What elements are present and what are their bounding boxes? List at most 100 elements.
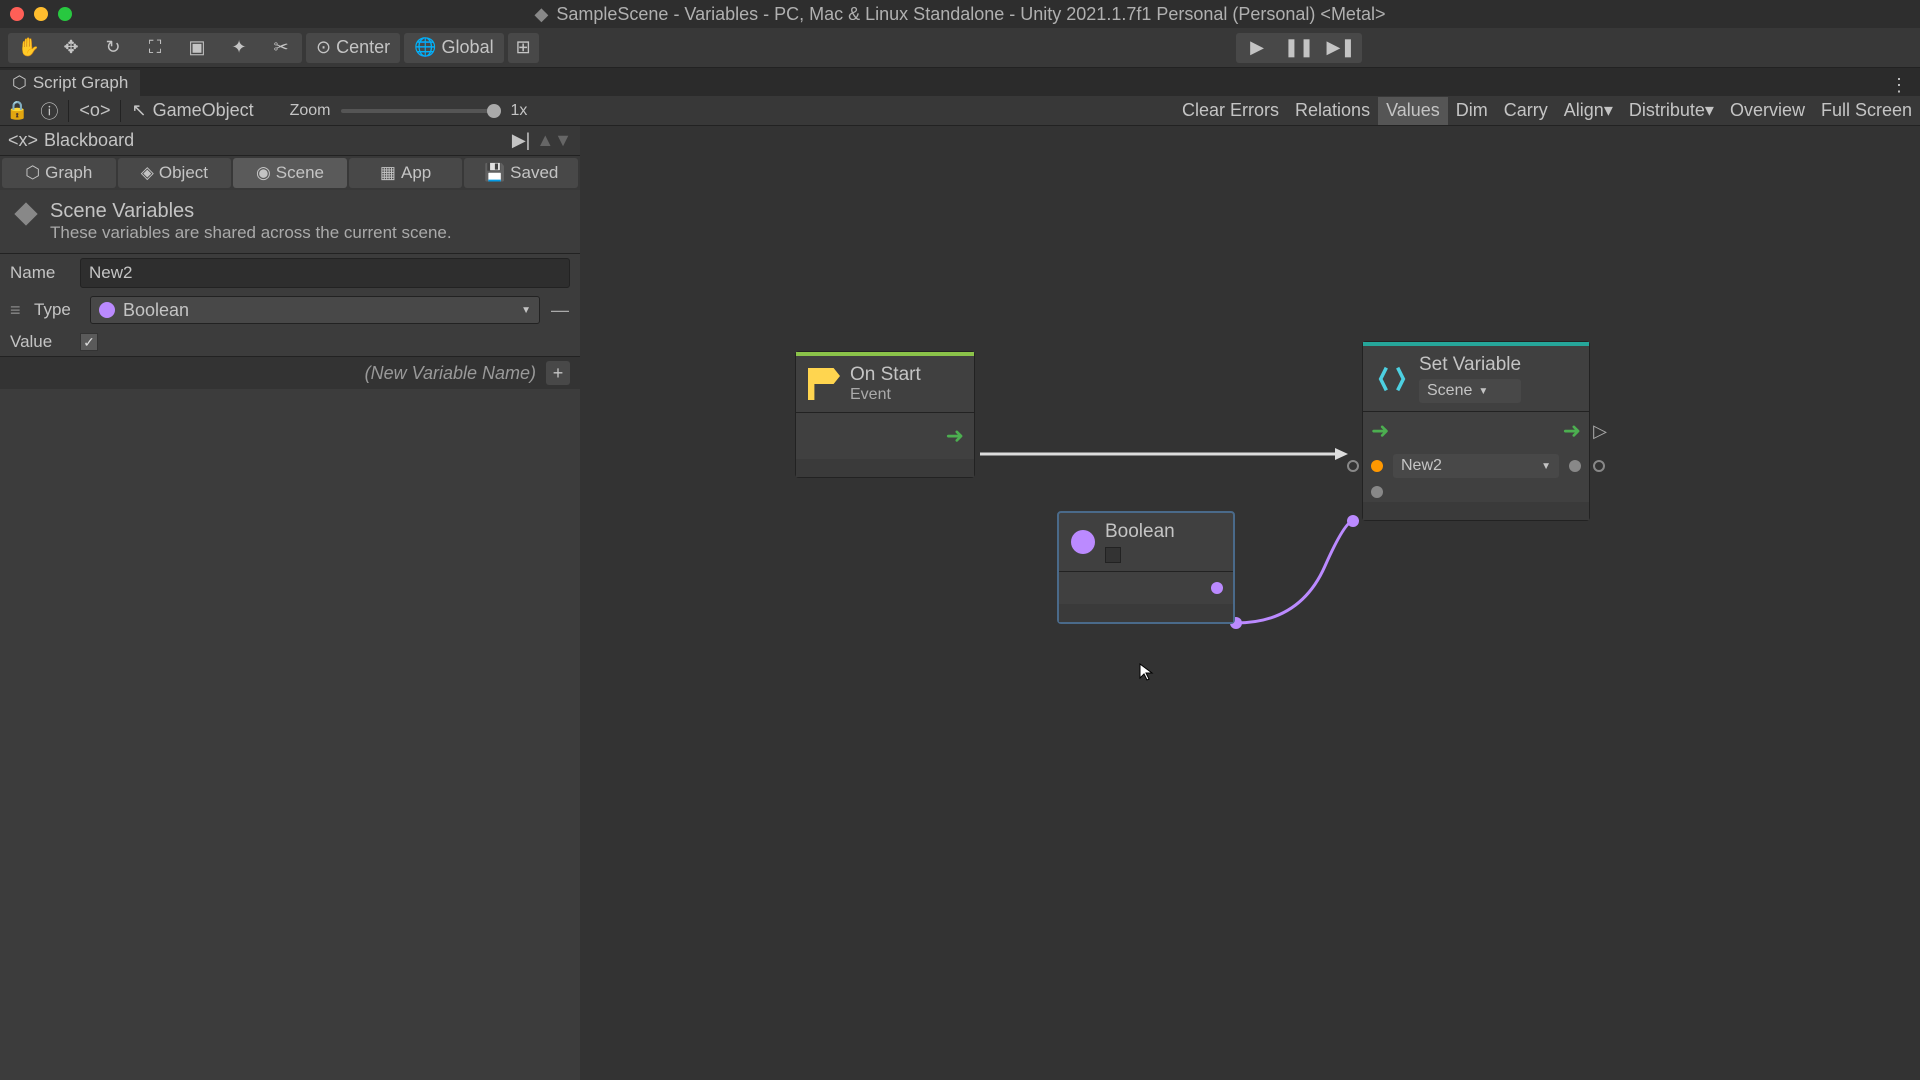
node-set-variable[interactable]: Set Variable Scene▼ ➜ ➜ ▷ New2▼ — [1362, 341, 1590, 521]
carry-button[interactable]: Carry — [1496, 97, 1556, 125]
add-variable-button[interactable]: + — [546, 361, 570, 385]
set-variable-icon — [1375, 362, 1409, 396]
boolean-value-checkbox[interactable] — [1105, 547, 1121, 563]
name-port-indicator — [1371, 460, 1383, 472]
name-output-port[interactable] — [1569, 460, 1581, 472]
blackboard-icon: <x> — [8, 130, 38, 151]
mouse-cursor — [1138, 662, 1158, 682]
center-icon: ⊙ — [316, 37, 331, 58]
boolean-node-title: Boolean — [1105, 521, 1175, 543]
pivot-mode-button[interactable]: ⊙ Center — [306, 33, 400, 63]
dim-button[interactable]: Dim — [1448, 97, 1496, 125]
play-button[interactable]: ▶ — [1236, 33, 1278, 63]
name-label: Name — [10, 263, 70, 283]
step-button[interactable]: ▶❚ — [1320, 33, 1362, 63]
drag-handle-icon[interactable]: ≡ — [10, 300, 24, 321]
graph-canvas[interactable]: On Start Event ➜ Boolean — [580, 126, 1920, 1080]
scene-scope-icon: ◉ — [256, 163, 271, 183]
align-dropdown[interactable]: Align ▾ — [1556, 97, 1621, 125]
graph-toolbar: 🔒 ⓘ <o> ↖ GameObject Zoom 1x Clear Error… — [0, 96, 1920, 126]
remove-variable-button[interactable]: — — [550, 300, 570, 321]
relations-button[interactable]: Relations — [1287, 97, 1378, 125]
value-input-port[interactable] — [1371, 486, 1383, 498]
rect-tool[interactable]: ▣ — [176, 33, 218, 63]
node-boolean-literal[interactable]: Boolean — [1057, 511, 1235, 624]
flow-output-port[interactable]: ➜ — [946, 423, 964, 449]
script-graph-tab[interactable]: ⬡ Script Graph — [0, 70, 140, 96]
panel-menu-button[interactable]: ⋮ — [1878, 75, 1920, 96]
snap-button[interactable]: ⊞ — [508, 33, 539, 63]
maximize-window-button[interactable] — [58, 7, 72, 21]
value-output-port[interactable] — [1211, 582, 1223, 594]
variable-type-dropdown[interactable]: Boolean ▼ — [90, 296, 540, 324]
chevron-down-icon: ▼ — [521, 305, 531, 316]
move-tool[interactable]: ✥ — [50, 33, 92, 63]
check-icon: ✓ — [83, 334, 95, 351]
flow-trigger-port[interactable]: ▷ — [1593, 421, 1607, 442]
scene-variables-icon — [12, 200, 40, 228]
main-toolbar: ✋ ✥ ↻ ⛶ ▣ ✦ ✂ ⊙ Center 🌐 Global ⊞ ▶ ❚❚ ▶… — [0, 28, 1920, 68]
new-variable-placeholder: (New Variable Name) — [10, 363, 546, 384]
global-icon: 🌐 — [414, 37, 436, 58]
scope-tab-app[interactable]: ▦App — [349, 158, 463, 188]
scope-tab-scene[interactable]: ◉Scene — [233, 158, 347, 188]
breadcrumb-gameobject[interactable]: ↖ GameObject — [125, 97, 259, 125]
flow-input-port[interactable]: ➜ — [1371, 418, 1389, 444]
zoom-value: 1x — [511, 102, 528, 120]
graph-icon: ⬡ — [12, 73, 27, 93]
zoom-slider[interactable] — [341, 109, 501, 113]
scope-tab-saved[interactable]: 💾Saved — [464, 158, 578, 188]
on-start-title: On Start — [850, 364, 921, 386]
values-button[interactable]: Values — [1378, 97, 1448, 125]
info-button[interactable]: ⓘ — [34, 97, 64, 125]
boolean-type-icon — [1071, 530, 1095, 554]
variable-scope-dropdown[interactable]: Scene▼ — [1419, 379, 1521, 403]
scope-tab-graph[interactable]: ⬡Graph — [2, 158, 116, 188]
rotate-tool[interactable]: ↻ — [92, 33, 134, 63]
boolean-type-icon — [99, 302, 115, 318]
window-title: SampleScene - Variables - PC, Mac & Linu… — [556, 4, 1385, 25]
scene-variables-title: Scene Variables — [50, 200, 452, 223]
variable-name-dropdown[interactable]: New2▼ — [1393, 454, 1559, 478]
zoom-handle[interactable] — [487, 104, 501, 118]
set-variable-title: Set Variable — [1419, 354, 1521, 376]
on-start-subtitle: Event — [850, 386, 921, 404]
saved-scope-icon: 💾 — [484, 163, 505, 183]
lock-button[interactable]: 🔒 — [0, 97, 34, 125]
panel-scroll[interactable]: ▲▼ — [536, 130, 572, 151]
scope-tab-object[interactable]: ◈Object — [118, 158, 232, 188]
grid-snap-icon: ⊞ — [516, 37, 531, 58]
blackboard-title: Blackboard — [44, 130, 134, 151]
collapse-panel-button[interactable]: ▶| — [512, 130, 531, 151]
scene-variables-subtitle: These variables are shared across the cu… — [50, 223, 452, 243]
flow-output-port[interactable]: ➜ — [1563, 418, 1581, 444]
transform-tool[interactable]: ✦ — [218, 33, 260, 63]
unity-logo-icon: ◆ — [535, 4, 549, 25]
target-icon: ↖ — [131, 100, 146, 121]
code-view-button[interactable]: <o> — [73, 97, 116, 125]
panel-tabs: ⬡ Script Graph ⋮ — [0, 68, 1920, 96]
name-output-ext-port[interactable] — [1593, 460, 1605, 472]
app-scope-icon: ▦ — [380, 163, 396, 183]
zoom-label: Zoom — [290, 102, 331, 120]
name-input-port[interactable] — [1347, 460, 1359, 472]
node-on-start[interactable]: On Start Event ➜ — [795, 351, 975, 478]
minimize-window-button[interactable] — [34, 7, 48, 21]
hand-tool[interactable]: ✋ — [8, 33, 50, 63]
custom-tool[interactable]: ✂ — [260, 33, 302, 63]
variable-name-input[interactable] — [80, 258, 570, 288]
blackboard-panel: <x> Blackboard ▶| ▲▼ ⬡Graph ◈Object ◉Sce… — [0, 126, 580, 1080]
fullscreen-button[interactable]: Full Screen — [1813, 97, 1920, 125]
scale-tool[interactable]: ⛶ — [134, 33, 176, 63]
graph-scope-icon: ⬡ — [25, 163, 40, 183]
distribute-dropdown[interactable]: Distribute ▾ — [1621, 97, 1722, 125]
overview-button[interactable]: Overview — [1722, 97, 1813, 125]
clear-errors-button[interactable]: Clear Errors — [1174, 97, 1287, 125]
handle-rotation-button[interactable]: 🌐 Global — [404, 33, 503, 63]
type-label: Type — [34, 300, 80, 320]
close-window-button[interactable] — [10, 7, 24, 21]
titlebar: ◆ SampleScene - Variables - PC, Mac & Li… — [0, 0, 1920, 28]
pause-button[interactable]: ❚❚ — [1278, 33, 1320, 63]
variable-value-checkbox[interactable]: ✓ — [80, 333, 98, 351]
value-label: Value — [10, 332, 70, 352]
